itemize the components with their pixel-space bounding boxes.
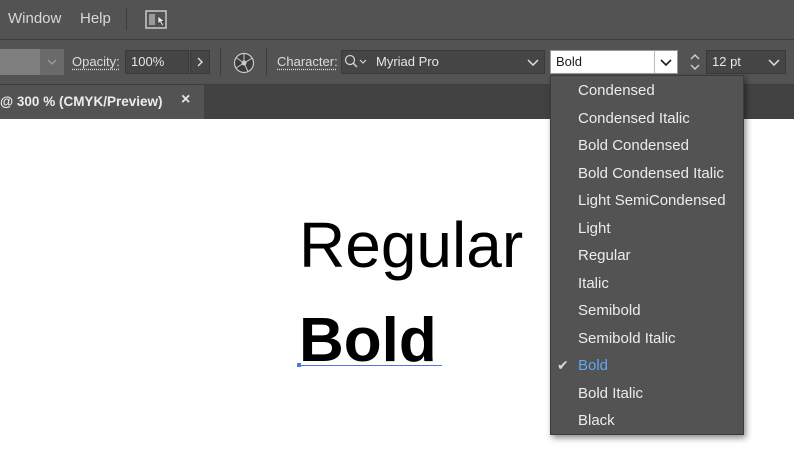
stroke-dropdown-button[interactable] — [40, 49, 64, 75]
chevron-down-icon — [660, 58, 672, 66]
font-size-stepper[interactable] — [685, 50, 705, 74]
text-bold[interactable]: Bold — [299, 310, 437, 372]
font-style-option[interactable]: ✔ Bold — [551, 352, 743, 379]
font-style-option[interactable]: Regular — [551, 242, 743, 269]
opacity-label[interactable]: Opacity: — [72, 54, 120, 69]
font-style-dropdown-button[interactable] — [654, 51, 677, 73]
font-style-option[interactable]: Bold Condensed Italic — [551, 160, 743, 187]
font-style-option[interactable]: Bold Condensed — [551, 132, 743, 159]
menu-bar: Window Help — [0, 0, 794, 40]
font-style-option-label: Semibold — [578, 302, 641, 319]
font-style-option-label: Bold — [578, 357, 609, 374]
font-style-option[interactable]: Italic — [551, 270, 743, 297]
font-style-option[interactable]: Condensed — [551, 77, 743, 104]
control-separator — [220, 48, 221, 76]
stroke-swatch[interactable] — [0, 49, 40, 75]
recolor-artwork-button[interactable] — [232, 51, 256, 75]
arrange-documents-button[interactable] — [144, 9, 170, 31]
control-separator — [266, 48, 267, 76]
text-selection-baseline — [299, 365, 442, 366]
font-family-field[interactable]: Myriad Pro — [341, 50, 545, 74]
chevron-right-icon — [197, 57, 203, 67]
opacity-expand-button[interactable] — [190, 50, 210, 74]
font-style-option-label: Bold Italic — [578, 384, 644, 402]
checkmark-icon: ✔ — [557, 357, 569, 373]
font-style-option[interactable]: Semibold — [551, 297, 743, 324]
opacity-field[interactable]: 100% — [125, 50, 189, 74]
document-tab-title: @ 300 % (CMYK/Preview) — [0, 94, 163, 109]
font-style-option[interactable]: Light SemiCondensed — [551, 187, 743, 214]
stepper-arrows-icon — [690, 54, 700, 70]
font-style-option-label: Bold Condensed Italic — [578, 164, 724, 182]
font-search-button[interactable] — [344, 53, 368, 71]
font-style-option-label: Bold Condensed — [578, 137, 689, 154]
text-regular[interactable]: Regular — [299, 213, 523, 277]
search-icon — [344, 54, 367, 68]
font-style-option-label: Regular — [578, 247, 631, 264]
font-style-option-label: Light SemiCondensed — [578, 192, 726, 209]
arrange-documents-icon — [145, 10, 167, 29]
font-style-option-label: Italic — [578, 274, 609, 292]
font-style-option-label: Condensed — [578, 82, 655, 99]
font-style-option[interactable]: Semibold Italic — [551, 325, 743, 352]
recolor-artwork-icon — [233, 52, 255, 74]
close-icon[interactable]: × — [181, 91, 190, 109]
font-style-option-label: Condensed Italic — [578, 109, 690, 127]
font-family-dropdown-button[interactable] — [521, 50, 545, 74]
font-style-option[interactable]: Black — [551, 407, 743, 434]
text-anchor-point[interactable] — [297, 363, 301, 367]
font-size-dropdown-button[interactable] — [762, 50, 786, 74]
font-style-option-label: Black — [578, 412, 615, 429]
font-style-option[interactable]: Condensed Italic — [551, 105, 743, 132]
font-style-dropdown: Condensed Condensed Italic Bold Condensed B… — [550, 75, 744, 435]
chevron-down-icon — [527, 58, 539, 66]
chevron-down-icon — [47, 59, 57, 65]
chevron-down-icon — [768, 58, 780, 66]
menu-help[interactable]: Help — [80, 10, 111, 27]
menu-window[interactable]: Window — [8, 10, 61, 27]
font-style-option[interactable]: Bold Italic — [551, 380, 743, 407]
document-tab[interactable]: @ 300 % (CMYK/Preview) × — [0, 85, 204, 119]
font-style-option-label: Semibold Italic — [578, 329, 676, 347]
font-style-option[interactable]: Light — [551, 215, 743, 242]
font-style-option-label: Light — [578, 219, 611, 237]
menu-separator — [126, 8, 127, 30]
character-label[interactable]: Character: — [277, 54, 338, 69]
